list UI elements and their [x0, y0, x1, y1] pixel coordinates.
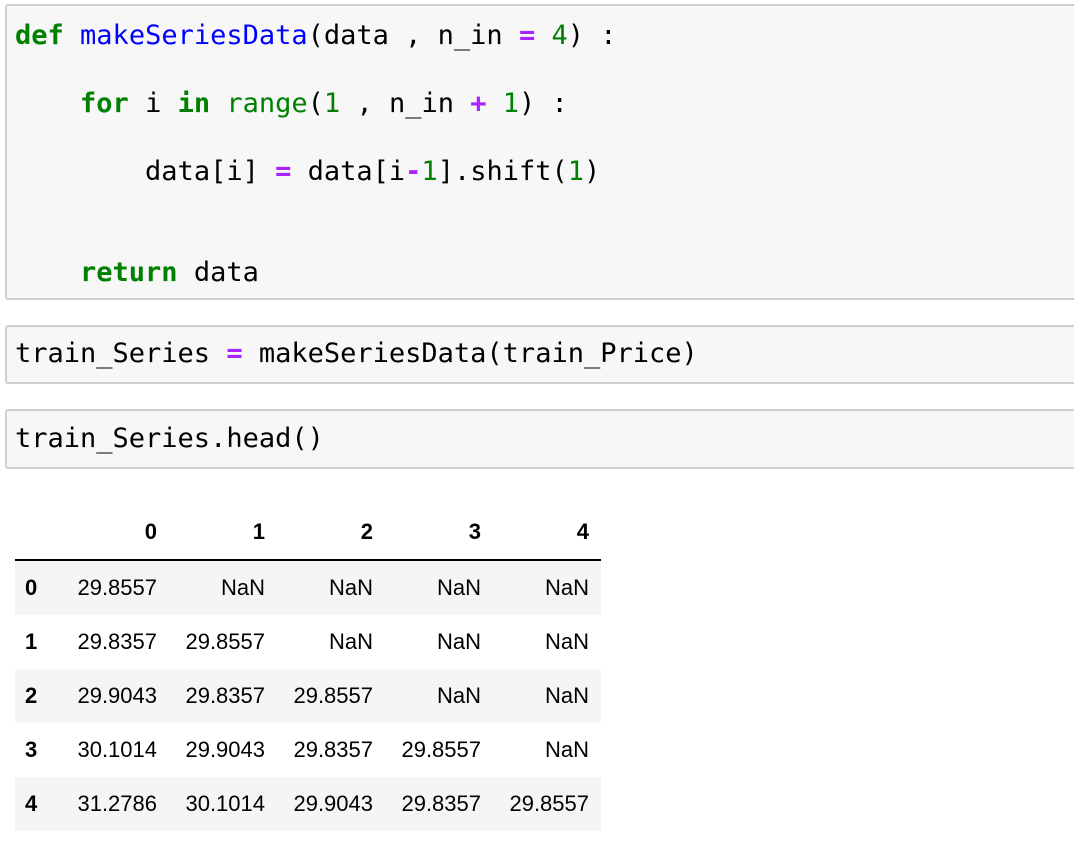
keyword-for: for [80, 88, 129, 119]
operator-plus: + [470, 88, 487, 119]
table-row: 2 29.9043 29.8357 29.8557 NaN NaN [15, 669, 601, 723]
keyword-def: def [15, 20, 64, 51]
keyword-in: in [177, 88, 211, 119]
table-cell: 29.8557 [401, 737, 481, 762]
function-name: makeSeriesData [80, 20, 308, 51]
table-cell: NaN [544, 575, 589, 600]
code-line-head: train_Series.head() [15, 422, 324, 456]
table-cell: 29.8557 [77, 575, 157, 600]
operator-equals: = [518, 20, 536, 51]
table-header-row: 0 1 2 3 4 [15, 504, 601, 561]
table-cell: NaN [436, 683, 481, 708]
table-cell: NaN [436, 629, 481, 654]
table-cell: NaN [220, 575, 265, 600]
table-cell: 29.8557 [185, 629, 265, 654]
code-cell-assign[interactable]: train_Series = makeSeriesData(train_Pric… [5, 325, 1074, 384]
table-cell: NaN [544, 683, 589, 708]
number-literal: 1 [421, 156, 438, 187]
code-text: makeSeriesData(train_Price) [242, 338, 698, 369]
row-index: 1 [25, 629, 38, 654]
column-header: 2 [277, 504, 385, 561]
number-literal: 1 [567, 156, 584, 187]
table-cell: NaN [436, 575, 481, 600]
table-cell: 29.8357 [77, 629, 157, 654]
table-cell: 29.9043 [77, 683, 157, 708]
index-header [15, 504, 61, 561]
code-text: ) : [567, 20, 617, 51]
builtin-range: range [226, 88, 308, 119]
code-text: train_Series.head() [15, 423, 324, 454]
table-cell: 29.9043 [185, 737, 265, 762]
operator-equals: = [275, 156, 292, 187]
code-text: train_Series [15, 338, 227, 369]
operator-minus: - [405, 156, 422, 187]
code-text: data[i [291, 156, 406, 187]
code-text: i [128, 88, 178, 119]
row-index: 2 [25, 683, 38, 708]
column-header: 1 [169, 504, 277, 561]
table-cell: NaN [328, 629, 373, 654]
table-cell: 29.8357 [185, 683, 265, 708]
operator-equals: = [226, 338, 243, 369]
column-header: 3 [385, 504, 493, 561]
row-index: 3 [25, 737, 38, 762]
code-text: data [177, 257, 259, 288]
code-text: ].shift( [437, 156, 568, 187]
code-line-train-series: train_Series = makeSeriesData(train_Pric… [15, 337, 698, 371]
code-args: (data , n_in [307, 20, 519, 51]
table-cell: 29.8357 [293, 737, 373, 762]
code-text: ) : [519, 88, 568, 119]
column-header: 4 [493, 504, 601, 561]
number-literal: 1 [323, 88, 341, 119]
table-cell: 29.8557 [509, 791, 589, 816]
table-cell: NaN [544, 629, 589, 654]
table-cell: 29.8357 [401, 791, 481, 816]
table-cell: 29.8557 [293, 683, 373, 708]
keyword-return: return [80, 257, 178, 288]
table-cell: NaN [544, 737, 589, 762]
code-text: ) [584, 156, 601, 187]
code-line-for: for i in range(1 , n_in + 1) : [15, 87, 568, 121]
code-line-assign-shift: data[i] = data[i-1].shift(1) [15, 155, 600, 189]
code-line-return: return data [15, 256, 259, 290]
table-row: 4 31.2786 30.1014 29.9043 29.8357 29.855… [15, 777, 601, 831]
number-literal: 1 [502, 88, 520, 119]
code-text: , n_in [340, 88, 471, 119]
row-index: 4 [25, 791, 38, 816]
code-text: ( [307, 88, 324, 119]
dataframe-output: 0 1 2 3 4 0 29.8557 NaN NaN NaN NaN 1 29… [15, 504, 601, 831]
column-header: 0 [61, 504, 169, 561]
table-cell: NaN [328, 575, 373, 600]
number-literal: 4 [551, 20, 568, 51]
table-cell: 30.1014 [77, 737, 157, 762]
row-index: 0 [25, 575, 38, 600]
code-line-def: def makeSeriesData(data , n_in = 4) : [15, 19, 617, 53]
code-cell-def[interactable]: def makeSeriesData(data , n_in = 4) : fo… [5, 4, 1074, 300]
table-row: 0 29.8557 NaN NaN NaN NaN [15, 560, 601, 615]
table-row: 3 30.1014 29.9043 29.8357 29.8557 NaN [15, 723, 601, 777]
table-cell: 30.1014 [185, 791, 265, 816]
table-row: 1 29.8357 29.8557 NaN NaN NaN [15, 615, 601, 669]
code-cell-head[interactable]: train_Series.head() [5, 409, 1074, 469]
code-text: data[i] [145, 156, 276, 187]
table-cell: 31.2786 [77, 791, 157, 816]
table-cell: 29.9043 [293, 791, 373, 816]
